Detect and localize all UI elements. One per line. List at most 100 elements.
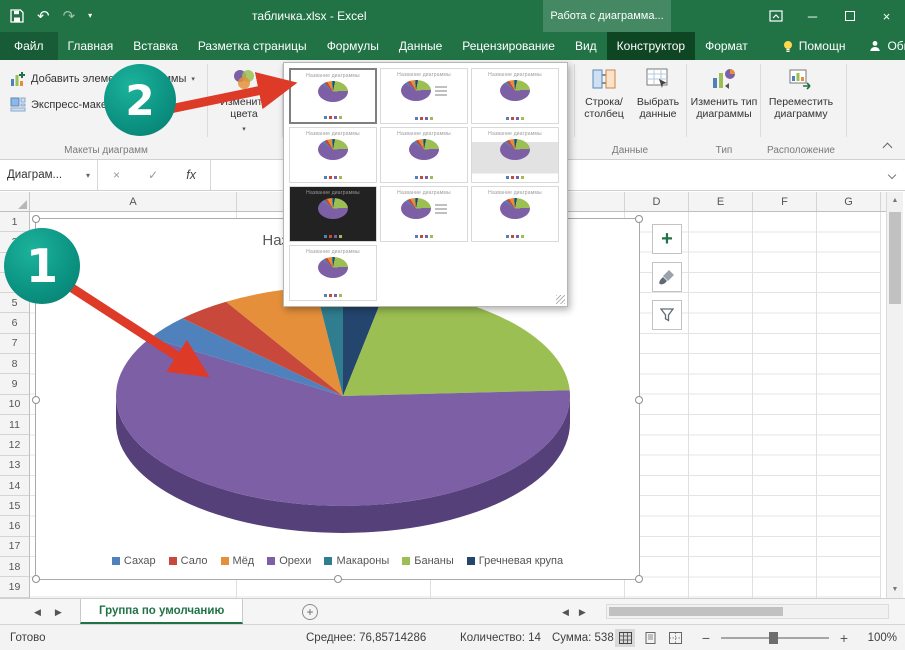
- close-button[interactable]: ×: [868, 0, 905, 32]
- row-header-17[interactable]: 17: [0, 537, 29, 557]
- resize-handle[interactable]: [334, 575, 342, 583]
- row-header-9[interactable]: 9: [0, 374, 29, 394]
- zoom-out-button[interactable]: −: [700, 630, 712, 646]
- cancel-entry-icon[interactable]: ×: [113, 168, 120, 182]
- legend-item: Гречневая крупа: [467, 555, 563, 567]
- horizontal-scroll-thumb[interactable]: [609, 607, 783, 616]
- zoom-slider[interactable]: [721, 631, 829, 645]
- zoom-level[interactable]: 100%: [859, 632, 897, 644]
- share-button[interactable]: Общий доступ: [855, 32, 905, 60]
- horizontal-scroll-arrows: ◀ ▶: [562, 599, 586, 625]
- chart-legend[interactable]: СахарСалоМёдОрехиМакароныБананыГречневая…: [36, 555, 639, 567]
- chart-style-option-5[interactable]: Название диаграммы: [380, 127, 468, 183]
- row-header-8[interactable]: 8: [0, 354, 29, 374]
- resize-handle[interactable]: [635, 575, 643, 583]
- chart-style-option-8[interactable]: Название диаграммы: [380, 186, 468, 242]
- ribbon-display-options-icon[interactable]: [757, 0, 794, 32]
- row-header-11[interactable]: 11: [0, 415, 29, 435]
- row-header-14[interactable]: 14: [0, 476, 29, 496]
- scroll-down-icon[interactable]: ▼: [887, 581, 903, 598]
- page-break-view-icon[interactable]: [665, 629, 685, 647]
- select-all-corner[interactable]: [0, 192, 30, 211]
- sheet-tab-active[interactable]: Группа по умолчанию: [80, 599, 243, 624]
- tab-Формат[interactable]: Формат: [695, 32, 758, 60]
- chart-style-option-6[interactable]: Название диаграммы: [471, 127, 559, 183]
- change-chart-type-button[interactable]: Изменить тип диаграммы: [690, 62, 758, 120]
- chart-style-option-9[interactable]: Название диаграммы: [471, 186, 559, 242]
- column-header-E[interactable]: E: [689, 192, 753, 211]
- collapse-ribbon-button[interactable]: [884, 144, 893, 153]
- name-box-value: Диаграм...: [7, 169, 62, 181]
- scroll-up-icon[interactable]: ▲: [887, 192, 903, 209]
- row-header-13[interactable]: 13: [0, 456, 29, 476]
- qat-customize-icon[interactable]: ▾: [88, 12, 92, 20]
- redo-icon[interactable]: ↷: [63, 9, 76, 24]
- tab-Разметка страницы[interactable]: Разметка страницы: [188, 32, 317, 60]
- resize-handle[interactable]: [635, 396, 643, 404]
- column-header-D[interactable]: D: [625, 192, 689, 211]
- chart-filters-button[interactable]: [652, 300, 682, 330]
- scroll-right-icon[interactable]: ▶: [579, 607, 586, 618]
- resize-handle[interactable]: [635, 215, 643, 223]
- sheet-next-icon[interactable]: ▶: [55, 607, 62, 618]
- tab-Конструктор[interactable]: Конструктор: [607, 32, 695, 60]
- tab-Данные[interactable]: Данные: [389, 32, 452, 60]
- column-header-A[interactable]: A: [30, 192, 237, 211]
- zoom-in-button[interactable]: +: [838, 630, 850, 646]
- chart-style-option-4[interactable]: Название диаграммы: [289, 127, 377, 183]
- resize-handle[interactable]: [32, 396, 40, 404]
- save-icon[interactable]: [10, 9, 24, 23]
- chart-style-option-7[interactable]: Название диаграммы: [289, 186, 377, 242]
- confirm-entry-icon[interactable]: ✓: [148, 168, 158, 182]
- select-data-button[interactable]: Выбрать данные: [632, 62, 684, 120]
- chart-style-option-3[interactable]: Название диаграммы: [471, 68, 559, 124]
- expand-formula-bar-icon[interactable]: [889, 172, 898, 181]
- ribbon-tabs: ГлавнаяВставкаРазметка страницыФормулыДа…: [58, 32, 758, 60]
- sheet-prev-icon[interactable]: ◀: [34, 607, 41, 618]
- chart-style-option-1[interactable]: Название диаграммы: [289, 68, 377, 124]
- undo-icon[interactable]: ↶: [37, 9, 50, 24]
- maximize-button[interactable]: [831, 0, 868, 32]
- insert-function-icon[interactable]: fx: [186, 168, 196, 182]
- switch-row-column-button[interactable]: Строка/ столбец: [578, 62, 630, 120]
- resize-handle[interactable]: [32, 215, 40, 223]
- row-header-19[interactable]: 19: [0, 577, 29, 597]
- minimize-button[interactable]: ─: [794, 0, 831, 32]
- row-header-10[interactable]: 10: [0, 395, 29, 415]
- column-header-F[interactable]: F: [753, 192, 817, 211]
- tab-Рецензирование[interactable]: Рецензирование: [452, 32, 565, 60]
- scroll-left-icon[interactable]: ◀: [562, 607, 569, 618]
- change-colors-button[interactable]: Изменить цвета ▾: [212, 62, 276, 136]
- tab-Формулы[interactable]: Формулы: [317, 32, 389, 60]
- row-header-15[interactable]: 15: [0, 496, 29, 516]
- vertical-scroll-thumb[interactable]: [889, 212, 901, 304]
- row-header-18[interactable]: 18: [0, 557, 29, 577]
- row-header-7[interactable]: 7: [0, 334, 29, 354]
- new-sheet-button[interactable]: +: [302, 604, 318, 620]
- name-box[interactable]: Диаграм... ▾: [0, 160, 98, 190]
- row-header-12[interactable]: 12: [0, 435, 29, 455]
- legend-item: Орехи: [267, 555, 311, 567]
- row-header-6[interactable]: 6: [0, 314, 29, 334]
- legend-swatch: [267, 557, 275, 565]
- zoom-slider-thumb[interactable]: [769, 632, 778, 644]
- row-header-1[interactable]: 1: [0, 212, 29, 232]
- thumb-title: Название диаграммы: [381, 131, 467, 137]
- column-header-G[interactable]: G: [817, 192, 881, 211]
- move-chart-button[interactable]: Переместить диаграмму: [764, 62, 838, 120]
- vertical-scrollbar[interactable]: ▲ ▼: [886, 192, 903, 598]
- tab-Вид[interactable]: Вид: [565, 32, 607, 60]
- tab-Главная[interactable]: Главная: [58, 32, 124, 60]
- chart-styles-button[interactable]: [652, 262, 682, 292]
- chart-elements-button[interactable]: +: [652, 224, 682, 254]
- page-layout-view-icon[interactable]: [640, 629, 660, 647]
- tell-me-button[interactable]: Помощн: [772, 32, 856, 60]
- normal-view-icon[interactable]: [615, 629, 635, 647]
- row-header-16[interactable]: 16: [0, 517, 29, 537]
- chart-style-option-2[interactable]: Название диаграммы: [380, 68, 468, 124]
- chart-style-option-10[interactable]: Название диаграммы: [289, 245, 377, 301]
- tab-Вставка[interactable]: Вставка: [123, 32, 188, 60]
- horizontal-scrollbar[interactable]: [606, 604, 889, 619]
- resize-handle[interactable]: [32, 575, 40, 583]
- tab-file[interactable]: Файл: [0, 32, 58, 60]
